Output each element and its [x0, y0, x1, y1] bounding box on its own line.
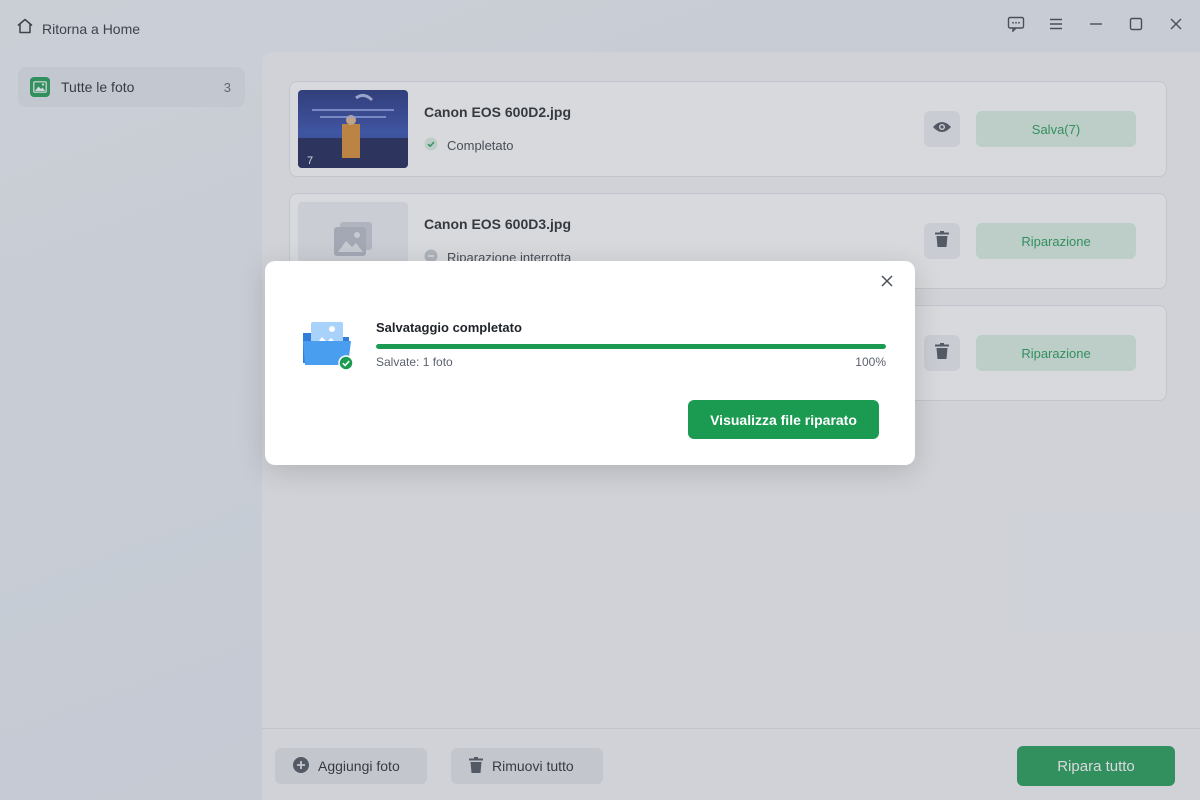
folder-success-icon: [301, 319, 355, 371]
close-icon: [881, 274, 893, 292]
saved-count-text: Salvate: 1 foto: [376, 355, 453, 369]
progress-bar-fill: [376, 344, 886, 349]
save-complete-dialog: Salvataggio completato Salvate: 1 foto 1…: [265, 261, 915, 465]
dialog-title: Salvataggio completato: [376, 320, 522, 335]
view-repaired-file-button[interactable]: Visualizza file riparato: [688, 400, 879, 439]
progress-bar: [376, 344, 886, 349]
progress-percent: 100%: [855, 355, 886, 369]
app-window: Ritorna a Home Tutte le foto 3 7 Canon E…: [0, 0, 1200, 800]
dialog-close-button[interactable]: [877, 273, 897, 293]
